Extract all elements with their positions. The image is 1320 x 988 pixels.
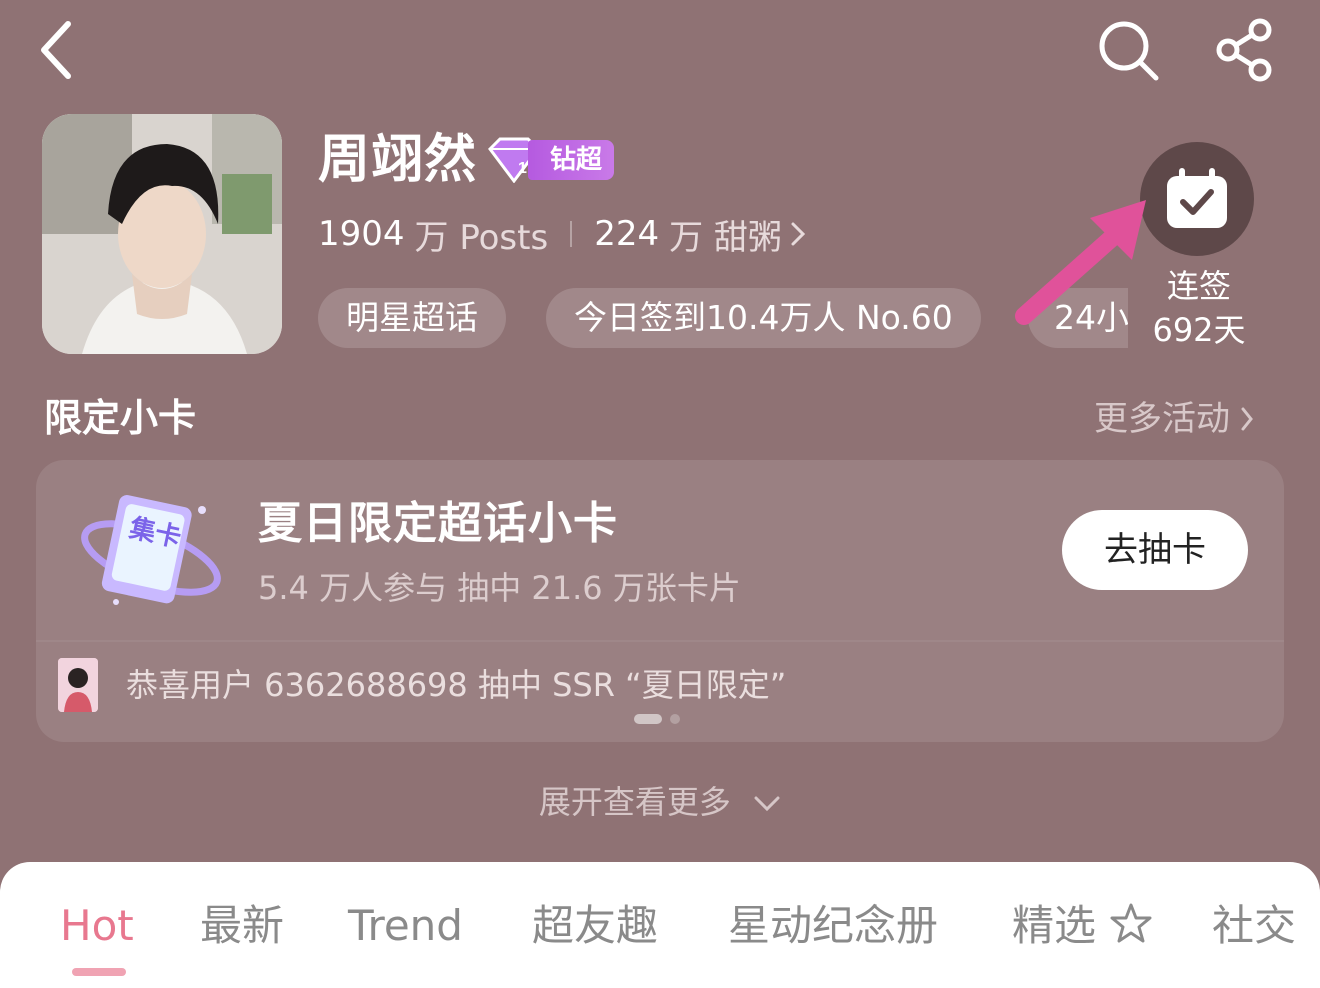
tab-memory-album[interactable]: 星动纪念册 [728,898,938,954]
super-badge[interactable]: 1 钻超 [484,137,615,183]
carousel-dot-active [634,714,662,724]
active-tab-indicator [72,968,126,976]
section-title: 限定小卡 [44,396,197,440]
chevron-left-icon [41,21,71,79]
tab-featured[interactable]: 精选 [1012,898,1153,954]
tab-hot[interactable]: Hot [60,898,134,954]
expand-more-label: 展开查看更多 [538,783,731,821]
tab-latest[interactable]: 最新 [200,898,284,954]
tab-bar: Hot 最新 Trend 超友趣 星动纪念册 精选 社交 [0,862,1320,988]
avatar-photo [42,114,282,354]
posts-count: 1904 [318,214,405,254]
topic-name: 周翊然 [318,130,478,190]
posts-unit: 万 Posts [414,217,549,258]
share-icon [1216,18,1272,82]
expand-more-button[interactable]: 展开查看更多 [0,778,1320,826]
share-button[interactable] [1206,14,1286,86]
tab-trend[interactable]: Trend [348,898,463,954]
card-collection-icon: 集卡 [81,495,221,605]
card-subtitle: 5.4 万人参与 抽中 21.6 万张卡片 [258,569,741,607]
fans-unit: 万 甜粥 [669,217,782,258]
fans-count: 224 [594,214,660,254]
card-divider [36,640,1284,642]
tab-social[interactable]: 社交 [1212,898,1296,954]
chevron-down-icon [754,796,780,812]
search-button[interactable] [1090,14,1166,86]
tag-checkin-today[interactable]: 今日签到10.4万人 No.60 [546,288,981,348]
tag-star-topic[interactable]: 明星超话 [318,288,506,348]
avatar[interactable] [42,114,282,354]
badge-label: 钻超 [528,140,615,180]
chevron-right-icon [791,222,806,246]
tab-super-friends[interactable]: 超友趣 [532,898,658,954]
calendar-check-icon [1167,168,1227,228]
winner-card-thumbnail [58,658,98,712]
card-title: 夏日限定超话小卡 [258,498,618,549]
star-badge-icon [1110,903,1152,943]
carousel-dot [670,714,680,724]
limited-card-panel[interactable]: 集卡 夏日限定超话小卡 5.4 万人参与 抽中 21.6 万张卡片 去抽卡 恭喜… [36,460,1284,742]
annotation-arrow-icon [1015,200,1146,325]
more-activities-label: 更多活动 [1094,399,1230,439]
stats-row[interactable]: 1904 万 Posts 224 万 甜粥 [318,210,808,258]
search-icon [1099,21,1159,81]
chevron-right-icon [1241,407,1253,431]
winner-announcement: 恭喜用户 6362688698 抽中 SSR “夏日限定” [126,666,787,704]
svg-text:1: 1 [518,160,527,177]
tab-featured-label: 精选 [1012,901,1097,950]
back-button[interactable] [24,14,88,86]
draw-card-button[interactable]: 去抽卡 [1062,510,1248,590]
carousel-dots [634,714,680,724]
more-activities-link[interactable]: 更多活动 [1094,396,1254,442]
stats-divider [570,221,573,247]
